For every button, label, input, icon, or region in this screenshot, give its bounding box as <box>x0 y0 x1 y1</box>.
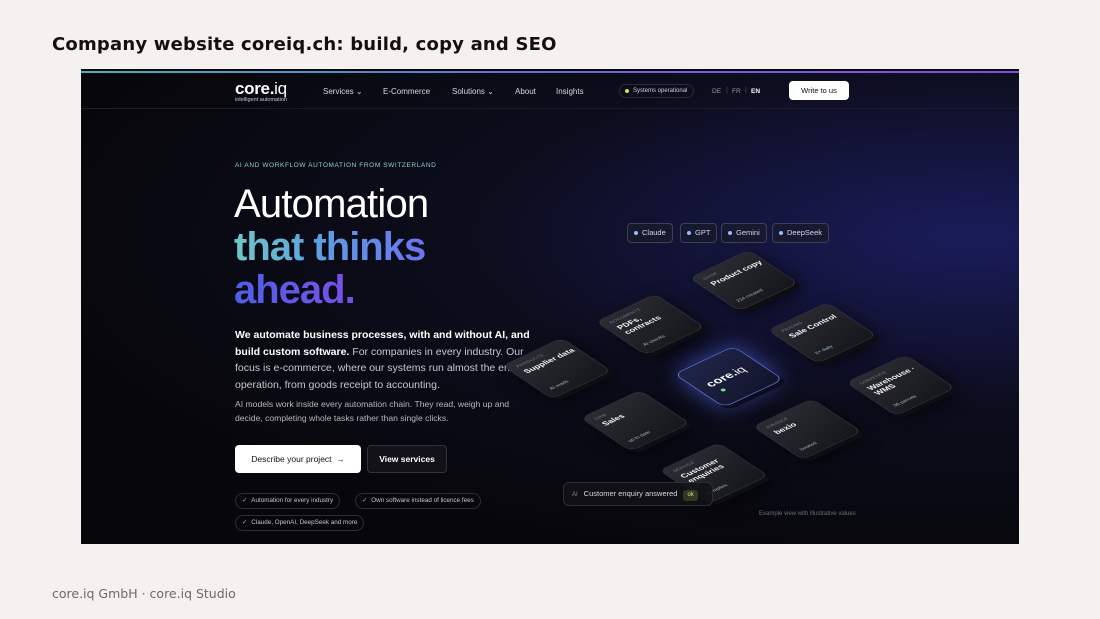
lang-fr[interactable]: FR <box>732 88 741 95</box>
tile-status: 2× daily <box>813 344 835 356</box>
lang-de[interactable]: DE <box>712 88 721 95</box>
nav-item-about[interactable]: About <box>515 87 536 96</box>
core-hub-tile: core.iq <box>673 346 784 408</box>
hero-heading-line1: Automation <box>234 182 429 226</box>
notification-text: Customer enquiry answered <box>583 489 678 498</box>
tile-status: up to date <box>626 430 653 444</box>
lang-en[interactable]: EN <box>751 88 760 95</box>
model-dot-icon <box>634 231 638 235</box>
tile-status: 214 created <box>735 288 765 303</box>
tile-status: AI reads <box>548 379 571 391</box>
tile-warehouse-wms: LOGISTICS Warehouse · WMS 36 parcels <box>845 354 956 416</box>
model-dot-icon <box>779 231 783 235</box>
tile-name: Warehouse · WMS <box>865 365 919 397</box>
logo-tagline: intelligent automation <box>235 97 287 103</box>
model-dot-icon <box>687 231 691 235</box>
tile-name: Sales <box>600 413 628 428</box>
hero-heading-line3: ahead. <box>234 268 356 312</box>
hero-subtext: AI models work inside every automation c… <box>235 399 510 423</box>
chip-label: Automation for every industry <box>251 497 334 504</box>
feature-chip: ✓ Claude, OpenAI, DeepSeek and more <box>235 515 365 531</box>
hub-logo: core.iq <box>702 365 749 389</box>
chip-label: Claude, OpenAI, DeepSeek and more <box>251 519 358 526</box>
feature-chip: ✓ Automation for every industry <box>235 493 341 509</box>
model-label: Claude <box>642 228 666 237</box>
ai-tag: AI <box>572 492 578 498</box>
view-services-button[interactable]: View services <box>367 445 447 473</box>
nav-label: Solutions <box>452 87 485 96</box>
chip-label: Own software instead of licence fees <box>371 497 474 504</box>
lang-divider: | <box>745 87 747 94</box>
tile-status: booked <box>798 441 819 452</box>
site-logo[interactable]: core.iq <box>235 79 287 99</box>
automation-visual: PRODUCTS Supplier data AI reads DOCUMENT… <box>501 237 956 507</box>
chevron-down-icon: ⌄ <box>487 87 494 96</box>
lang-divider: | <box>726 87 728 94</box>
visual-caption: Example view with illustrative values <box>759 511 856 517</box>
model-dot-icon <box>728 231 732 235</box>
tile-product-copy: SHOP Product copy 214 created <box>688 249 799 312</box>
hero-lead: We automate business processes, with and… <box>235 327 547 393</box>
slide-title: Company website coreiq.ch: build, copy a… <box>52 34 557 55</box>
ok-badge: ok <box>683 490 698 501</box>
chevron-down-icon: ⌄ <box>355 87 363 96</box>
describe-project-button[interactable]: Describe your project → <box>235 445 361 473</box>
tile-pdfs-contracts: DOCUMENTS PDFs, contracts AI checks <box>595 293 706 356</box>
top-nav: core.iq intelligent automation Services … <box>81 73 1019 109</box>
status-text: Systems operational <box>633 88 688 94</box>
check-icon: ✓ <box>242 497 248 504</box>
tile-status: AI checks <box>641 334 667 347</box>
model-label: Gemini <box>736 228 760 237</box>
tile-sales: CRM Sales up to date <box>580 389 691 452</box>
website-screenshot: core.iq intelligent automation Services … <box>81 69 1019 544</box>
hub-status-dot-icon <box>719 388 727 393</box>
nav-item-insights[interactable]: Insights <box>556 87 584 96</box>
tile-sale-control: PRICING Sale Control 2× daily <box>767 302 878 364</box>
nav-item-solutions[interactable]: Solutions ⌄ <box>452 87 494 96</box>
write-to-us-button[interactable]: Write to us <box>789 81 849 100</box>
button-label: Describe your project <box>251 454 332 464</box>
feature-chip: ✓ Own software instead of licence fees <box>355 493 481 509</box>
slide-footer: core.iq GmbH · core.iq Studio <box>52 586 236 601</box>
logo-iq-text: iq <box>274 79 287 98</box>
logo-text: core. <box>235 79 275 98</box>
check-icon: ✓ <box>242 519 248 526</box>
hero-heading-line2: that thinks <box>234 225 426 269</box>
tile-name: PDFs, contracts <box>615 314 664 336</box>
tile-name: Customer enquiries <box>678 458 727 485</box>
model-label: GPT <box>695 228 711 237</box>
tile-status: 36 parcels <box>891 394 919 408</box>
notification-toast: AI Customer enquiry answered ok <box>563 482 713 506</box>
arrow-right-icon: → <box>336 454 345 464</box>
status-dot-icon <box>625 89 629 93</box>
status-badge: Systems operational <box>619 84 695 98</box>
tile-grid: PRODUCTS Supplier data AI reads DOCUMENT… <box>493 243 972 511</box>
check-icon: ✓ <box>362 497 368 504</box>
hero-eyebrow: AI AND WORKFLOW AUTOMATION FROM SWITZERL… <box>235 162 437 169</box>
nav-label: Services <box>323 87 354 96</box>
nav-item-services[interactable]: Services ⌄ <box>323 87 363 96</box>
tile-bexio: FINANCE bexio booked <box>752 398 863 460</box>
nav-item-ecommerce[interactable]: E-Commerce <box>383 87 430 96</box>
model-label: DeepSeek <box>787 228 823 237</box>
